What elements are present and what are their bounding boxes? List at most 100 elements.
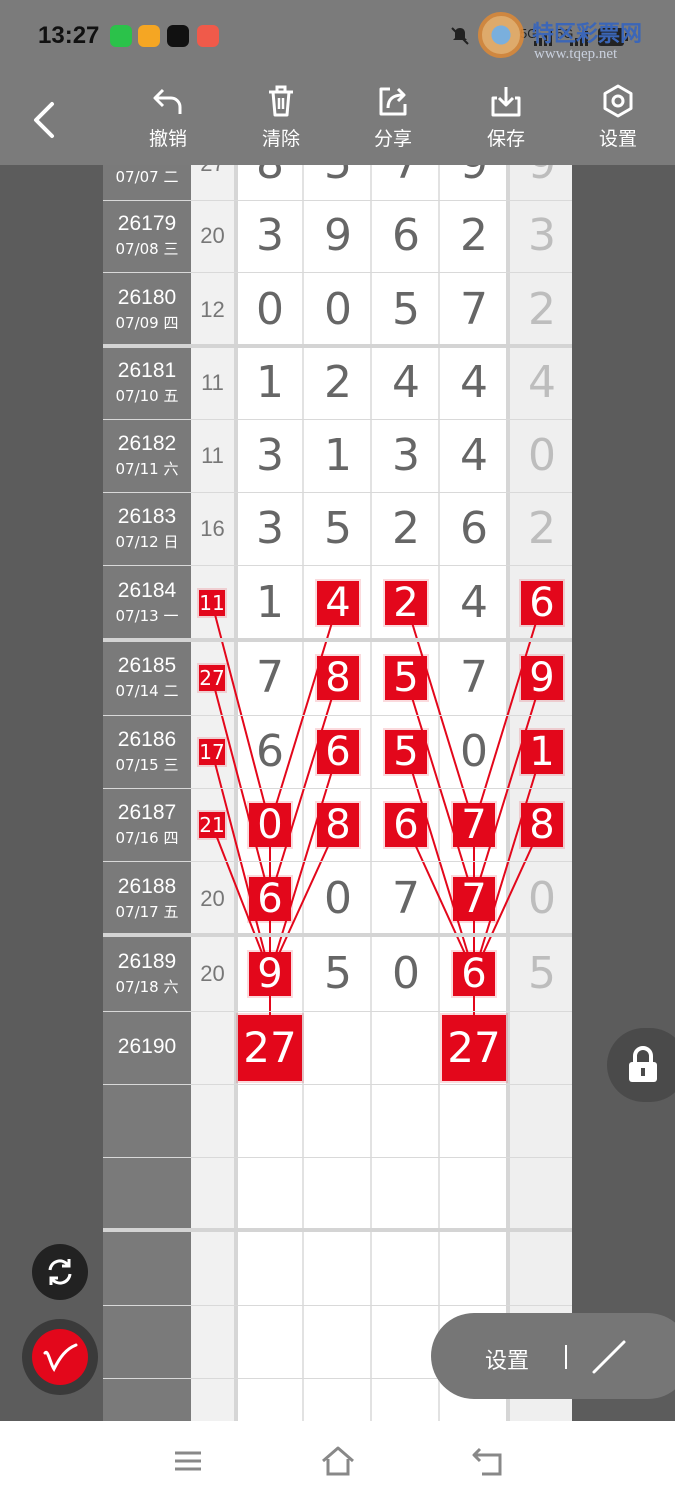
issue-number: 26179 [117,212,177,235]
wechat-icon [110,25,132,47]
digit-mark[interactable]: 2 [385,581,427,625]
issue-number: 26183 [117,504,177,528]
prediction-mark[interactable]: 27 [442,1015,506,1081]
row-divider [103,272,572,273]
sum-value: 20 [200,885,225,911]
row-divider [103,1157,572,1158]
digit-mark[interactable]: 8 [317,802,359,847]
issue-number: 26185 [117,654,177,677]
settings-label: 设置 [598,128,637,150]
tail-digit: 0 [528,429,556,481]
digit-mark[interactable]: 8 [521,802,563,847]
digit-mark[interactable]: 6 [249,876,291,921]
issue-date: 07/16 四 [115,828,179,847]
line-tool-icon[interactable] [591,1339,627,1375]
floating-settings-button[interactable]: 设置 [485,1343,529,1375]
sum-value: 11 [201,442,224,468]
lock-button[interactable] [607,1028,675,1102]
digit-cell: 9 [324,210,352,261]
issue-number: 26184 [117,579,177,602]
share-icon [379,87,407,116]
row-divider [103,492,572,493]
back-arrow-icon[interactable] [30,100,60,140]
issue-number: 26189 [117,949,177,973]
digit-cell: 4 [460,357,488,408]
digit-mark[interactable]: 6 [453,951,495,996]
digit-cell: 1 [324,429,352,481]
divider [565,1345,567,1369]
tail-digit: 2 [528,502,556,554]
toolbar: 撤销 清除 分享 保存 设置 [0,70,675,165]
tail-digit: 3 [528,210,556,261]
tiktok-icon [167,25,189,47]
app-icon [197,25,219,47]
sum-mark[interactable]: 17 [199,738,225,765]
tail-digit: 9 [508,165,572,186]
issue-date: 07/14 二 [115,682,179,700]
trend-chart-grid[interactable]: 07/07 二27857992617907/08 三20396232618007… [103,165,572,1421]
tail-digit: 5 [528,947,556,999]
save-button[interactable]: 保存 [471,84,541,151]
column-divider [234,165,238,1421]
issue-date: 07/11 六 [115,459,179,478]
digit-mark[interactable]: 9 [249,951,291,996]
clear-button[interactable]: 清除 [246,84,316,151]
trend-line-segment [405,602,475,825]
issue-number: 26180 [117,285,177,309]
sum-value: 16 [200,515,225,541]
digit-cell: 0 [324,872,352,924]
digit-cell: 0 [392,947,420,999]
lock-icon [629,1046,657,1082]
row-divider [103,419,572,420]
row-divider [103,1305,572,1306]
sum-mark[interactable]: 21 [199,811,225,838]
digit-mark[interactable]: 6 [521,581,563,625]
digit-mark[interactable]: 8 [317,656,359,700]
digit-cell: 6 [392,210,420,261]
issue-column [103,165,191,1421]
menu-icon[interactable] [172,1445,204,1477]
digit-mark[interactable]: 6 [385,802,427,847]
tail-digit: 0 [528,872,556,924]
digit-mark[interactable]: 5 [385,656,427,700]
digit-mark[interactable]: 0 [249,802,291,847]
row-divider [103,933,572,937]
settings-button[interactable]: 设置 [583,84,653,151]
digit-mark[interactable]: 7 [453,802,495,847]
share-button[interactable]: 分享 [358,84,428,151]
pen-toggle-button[interactable] [22,1319,98,1395]
column-divider [438,165,440,1421]
issue-date: 07/10 五 [115,387,179,405]
undo-button[interactable]: 撤销 [133,84,203,151]
pen-color-swatch [32,1329,88,1385]
home-icon[interactable] [320,1445,356,1477]
digit-cell: 3 [392,429,420,481]
status-bar: 13:27 5G 5G 特区彩票网 www.tqep.net [0,0,675,70]
clear-label: 清除 [261,128,300,150]
tail-digit: 4 [528,357,556,408]
digit-mark[interactable]: 9 [521,656,563,700]
back-nav-icon[interactable] [470,1445,504,1477]
sync-button[interactable] [32,1244,88,1300]
sum-mark[interactable]: 11 [199,590,225,616]
digit-mark[interactable]: 7 [453,876,495,921]
digit-mark[interactable]: 4 [317,581,359,625]
row-divider [103,638,572,642]
column-divider [370,165,372,1421]
tail-digit: 2 [528,283,556,335]
digit-cell: 2 [392,502,420,554]
prediction-mark[interactable]: 27 [238,1015,302,1081]
digit-mark[interactable]: 1 [521,729,563,774]
digit-cell: 5 [304,165,372,186]
digit-mark[interactable]: 5 [385,729,427,774]
digit-mark[interactable]: 6 [317,729,359,774]
digit-cell: 3 [256,429,284,481]
digit-cell: 7 [256,652,284,703]
row-divider [103,861,572,862]
sum-mark[interactable]: 27 [199,665,225,691]
digit-cell: 6 [460,502,488,554]
digit-cell: 8 [236,165,304,186]
issue-date: 07/07 二 [115,168,179,186]
sum-value: 27 [191,165,234,177]
row-divider [103,344,572,348]
